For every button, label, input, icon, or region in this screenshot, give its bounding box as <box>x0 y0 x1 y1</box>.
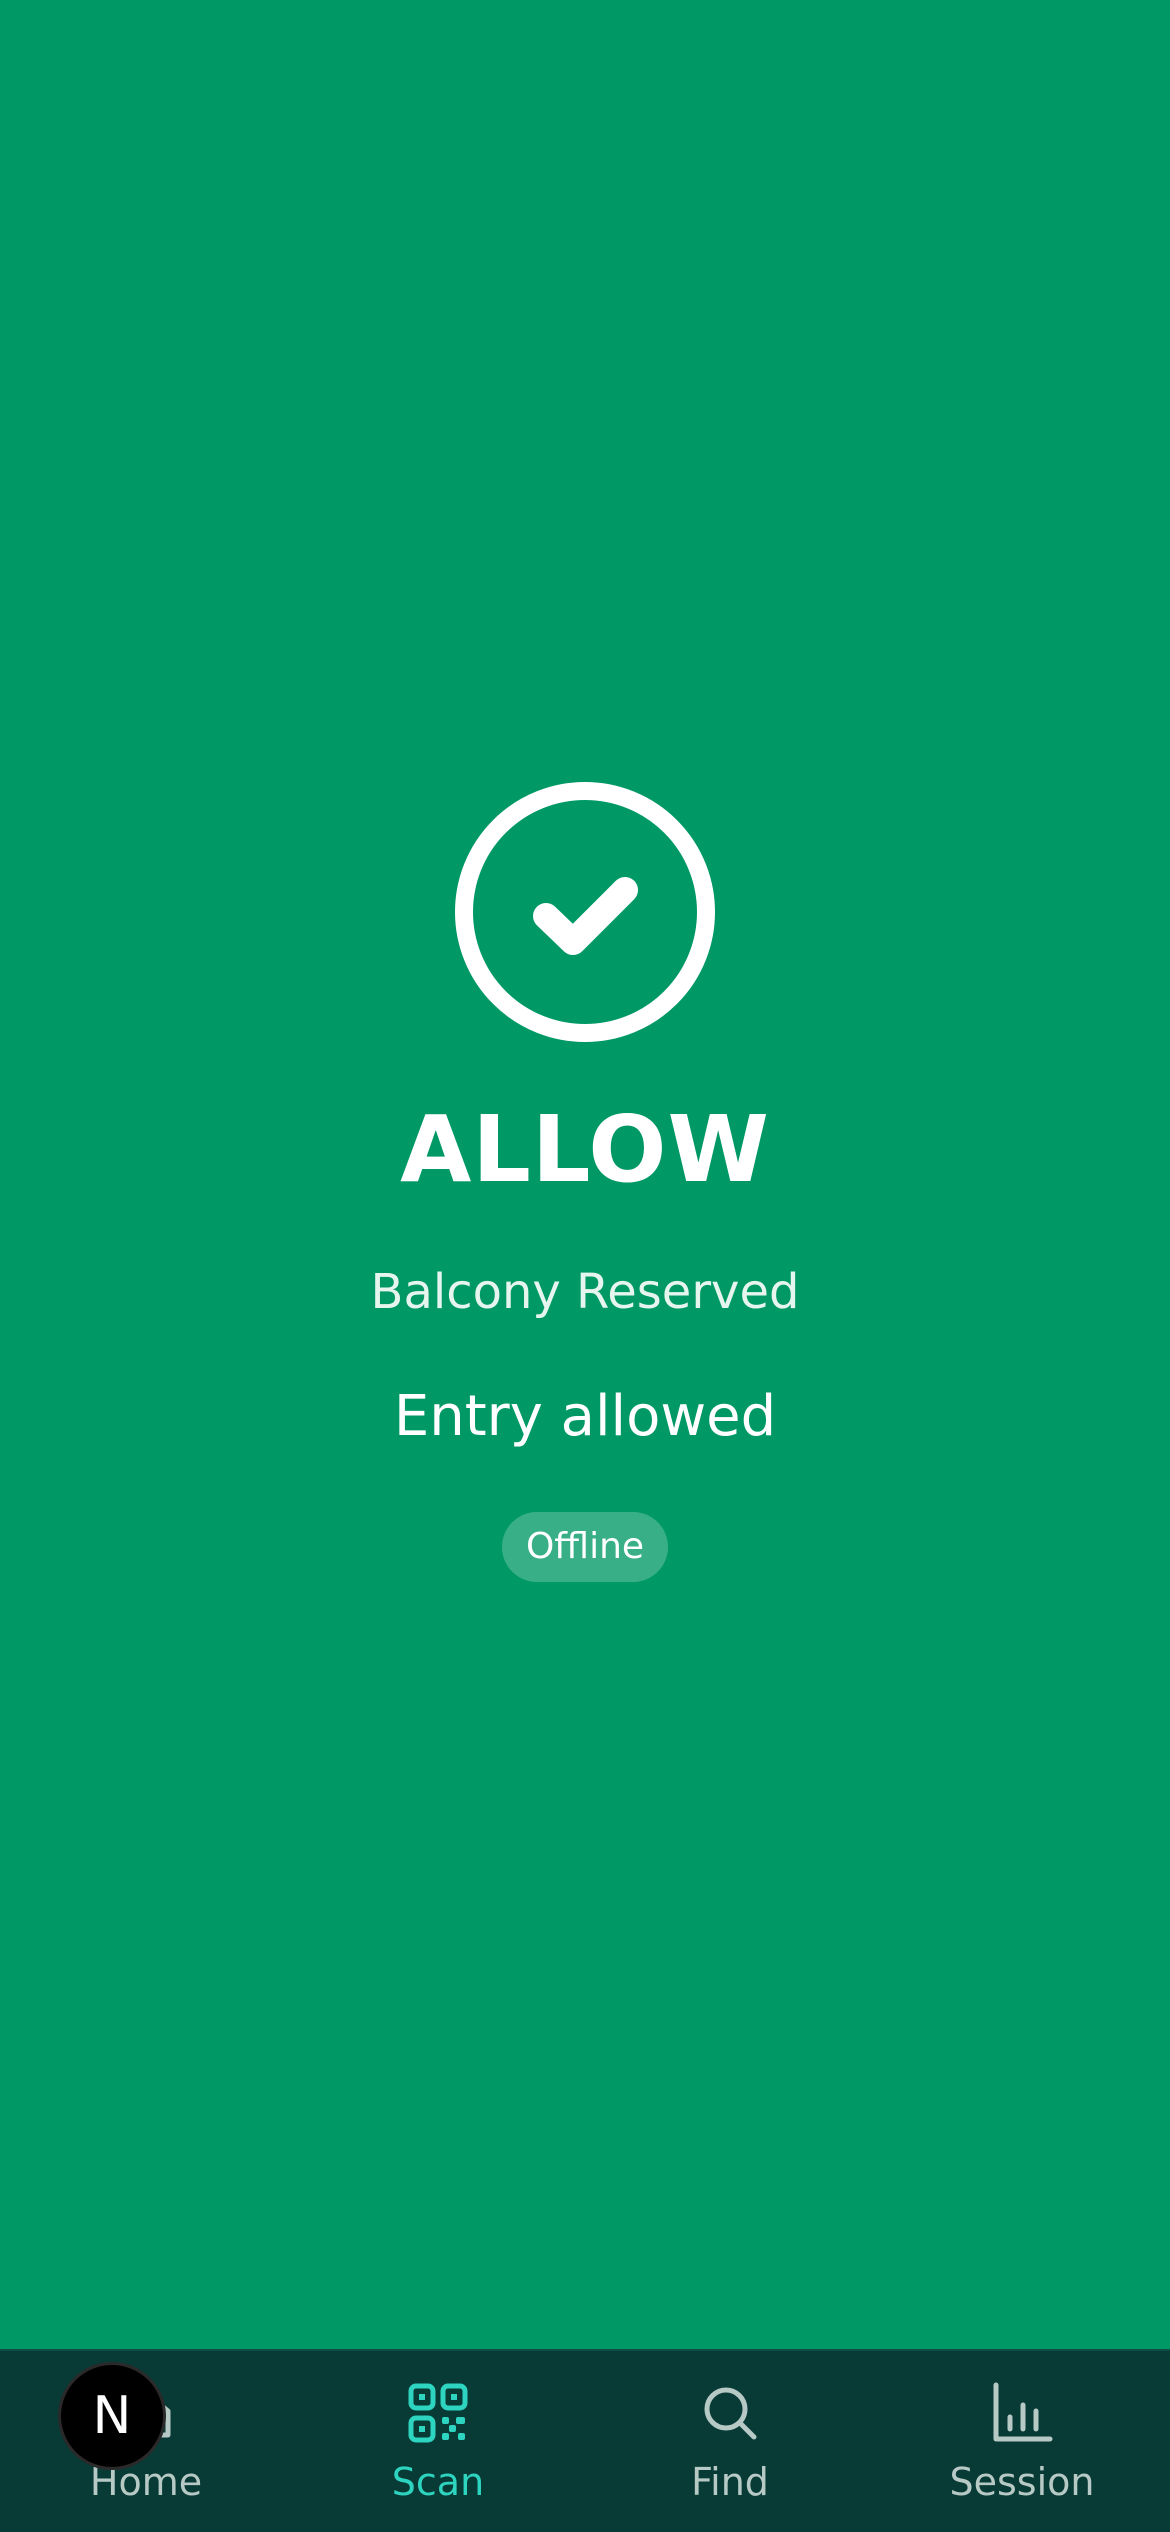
tab-scan[interactable]: Scan <box>292 2351 584 2532</box>
tab-home-label: Home <box>89 2460 203 2504</box>
tab-find[interactable]: Find <box>584 2351 876 2532</box>
bottom-tab-bar: Home Scan Find Session <box>0 2349 1170 2532</box>
qr-code-icon <box>408 2383 468 2443</box>
tab-session[interactable]: Session <box>876 2351 1168 2532</box>
offline-status-badge: Offline <box>502 1512 668 1582</box>
search-icon <box>704 2387 757 2440</box>
check-circle-icon <box>455 782 715 1042</box>
entry-message: Entry allowed <box>393 1384 777 1449</box>
bar-chart-icon <box>993 2382 1053 2442</box>
tab-session-label: Session <box>949 2460 1095 2504</box>
tab-find-label: Find <box>691 2460 769 2504</box>
ticket-type-label: Balcony Reserved <box>370 1264 800 1320</box>
result-status-title: ALLOW <box>400 1096 770 1203</box>
tab-scan-label: Scan <box>391 2460 485 2504</box>
nextjs-icon[interactable]: N <box>58 2362 166 2470</box>
scan-result-screen: ALLOW Balcony Reserved Entry allowed Off… <box>0 0 1170 2349</box>
